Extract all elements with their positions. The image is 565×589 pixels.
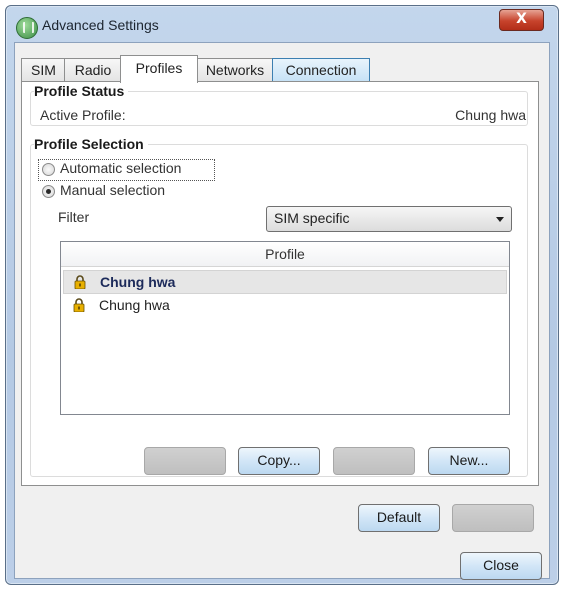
lock-icon [73, 298, 85, 312]
filter-label: Filter [58, 209, 90, 225]
profile-selection-title: Profile Selection [34, 136, 148, 152]
copy-button[interactable]: Copy... [238, 447, 320, 475]
chevron-down-icon [496, 217, 504, 222]
close-button[interactable]: Close [460, 552, 542, 580]
automatic-selection-label[interactable]: Automatic selection [60, 160, 181, 176]
active-profile-label: Active Profile: [40, 107, 126, 123]
default-button[interactable]: Default [358, 504, 440, 532]
profiles-tab-panel: Profile Status Active Profile: Chung hwa… [21, 81, 539, 486]
tab-profiles[interactable]: Profiles [120, 55, 198, 83]
active-profile-value: Chung hwa [455, 107, 526, 123]
tab-sim[interactable]: SIM [21, 58, 66, 82]
lock-icon [74, 275, 86, 289]
manual-selection-label[interactable]: Manual selection [60, 182, 165, 198]
title-bar[interactable]: Advanced Settings X [6, 6, 558, 46]
disabled-button[interactable] [144, 447, 226, 475]
disabled-button[interactable] [333, 447, 415, 475]
window-title: Advanced Settings [42, 17, 159, 33]
profile-name: Chung hwa [99, 297, 170, 313]
new-button[interactable]: New... [428, 447, 510, 475]
app-signal-icon [16, 17, 38, 39]
profile-list[interactable]: Profile Chung hwa Chung hwa [60, 241, 510, 415]
tab-networks[interactable]: Networks [196, 58, 274, 82]
profile-column-header[interactable]: Profile [61, 242, 509, 267]
manual-selection-radio[interactable] [42, 185, 55, 198]
disabled-button[interactable] [452, 504, 534, 532]
profile-status-title: Profile Status [34, 83, 129, 99]
profile-list-row[interactable]: Chung hwa [63, 294, 507, 316]
filter-dropdown[interactable]: SIM specific [266, 206, 512, 232]
profile-list-row[interactable]: Chung hwa [63, 270, 507, 294]
tab-radio[interactable]: Radio [64, 58, 122, 82]
close-icon: X [516, 11, 527, 27]
dialog-client-area: SIM Radio Profiles Networks Connection P… [14, 42, 550, 580]
advanced-settings-window: Advanced Settings X SIM Radio Profiles N… [5, 5, 559, 585]
profile-name: Chung hwa [100, 274, 176, 290]
filter-dropdown-value: SIM specific [274, 210, 350, 226]
tab-connection[interactable]: Connection [272, 58, 370, 82]
window-close-button[interactable]: X [499, 9, 544, 31]
automatic-selection-radio[interactable] [42, 163, 55, 176]
